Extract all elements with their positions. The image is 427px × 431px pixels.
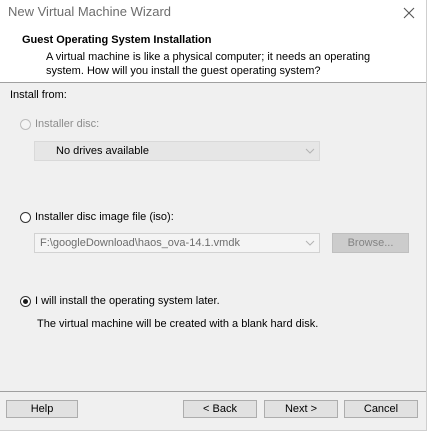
chevron-down-icon — [305, 240, 315, 246]
iso-path-value: F:\googleDownload\haos_ova-14.1.vmdk — [40, 237, 240, 249]
page-description: A virtual machine is like a physical com… — [46, 51, 371, 77]
iso-radio[interactable] — [20, 212, 31, 223]
close-button[interactable] — [392, 0, 426, 26]
installer-disc-dropdown[interactable]: No drives available — [34, 141, 320, 161]
window-title: New Virtual Machine Wizard — [8, 4, 172, 19]
iso-option-label: Installer disc image file (iso): — [35, 211, 174, 223]
install-later-note: The virtual machine will be created with… — [37, 318, 319, 330]
next-button[interactable]: Next > — [264, 400, 338, 418]
installer-disc-label: Installer disc: — [35, 118, 100, 130]
wizard-footer: Help < Back Next > Cancel — [0, 392, 426, 430]
installer-disc-radio[interactable] — [20, 119, 31, 130]
wizard-body: Install from: Installer disc: No drives … — [0, 83, 426, 391]
cancel-button[interactable]: Cancel — [344, 400, 418, 418]
title-bar: New Virtual Machine Wizard — [0, 0, 426, 26]
installer-disc-value: No drives available — [56, 145, 149, 157]
browse-button[interactable]: Browse... — [332, 233, 409, 253]
close-icon — [403, 7, 415, 19]
iso-path-input[interactable]: F:\googleDownload\haos_ova-14.1.vmdk — [34, 233, 320, 253]
back-button[interactable]: < Back — [183, 400, 257, 418]
wizard-window: New Virtual Machine Wizard Guest Operati… — [0, 0, 427, 431]
help-button[interactable]: Help — [6, 400, 78, 418]
wizard-header: Guest Operating System Installation A vi… — [0, 26, 426, 82]
install-from-label: Install from: — [10, 89, 67, 101]
page-title: Guest Operating System Installation — [22, 34, 212, 46]
install-later-radio[interactable] — [20, 296, 31, 307]
install-later-label: I will install the operating system late… — [35, 295, 220, 307]
chevron-down-icon — [305, 148, 315, 154]
